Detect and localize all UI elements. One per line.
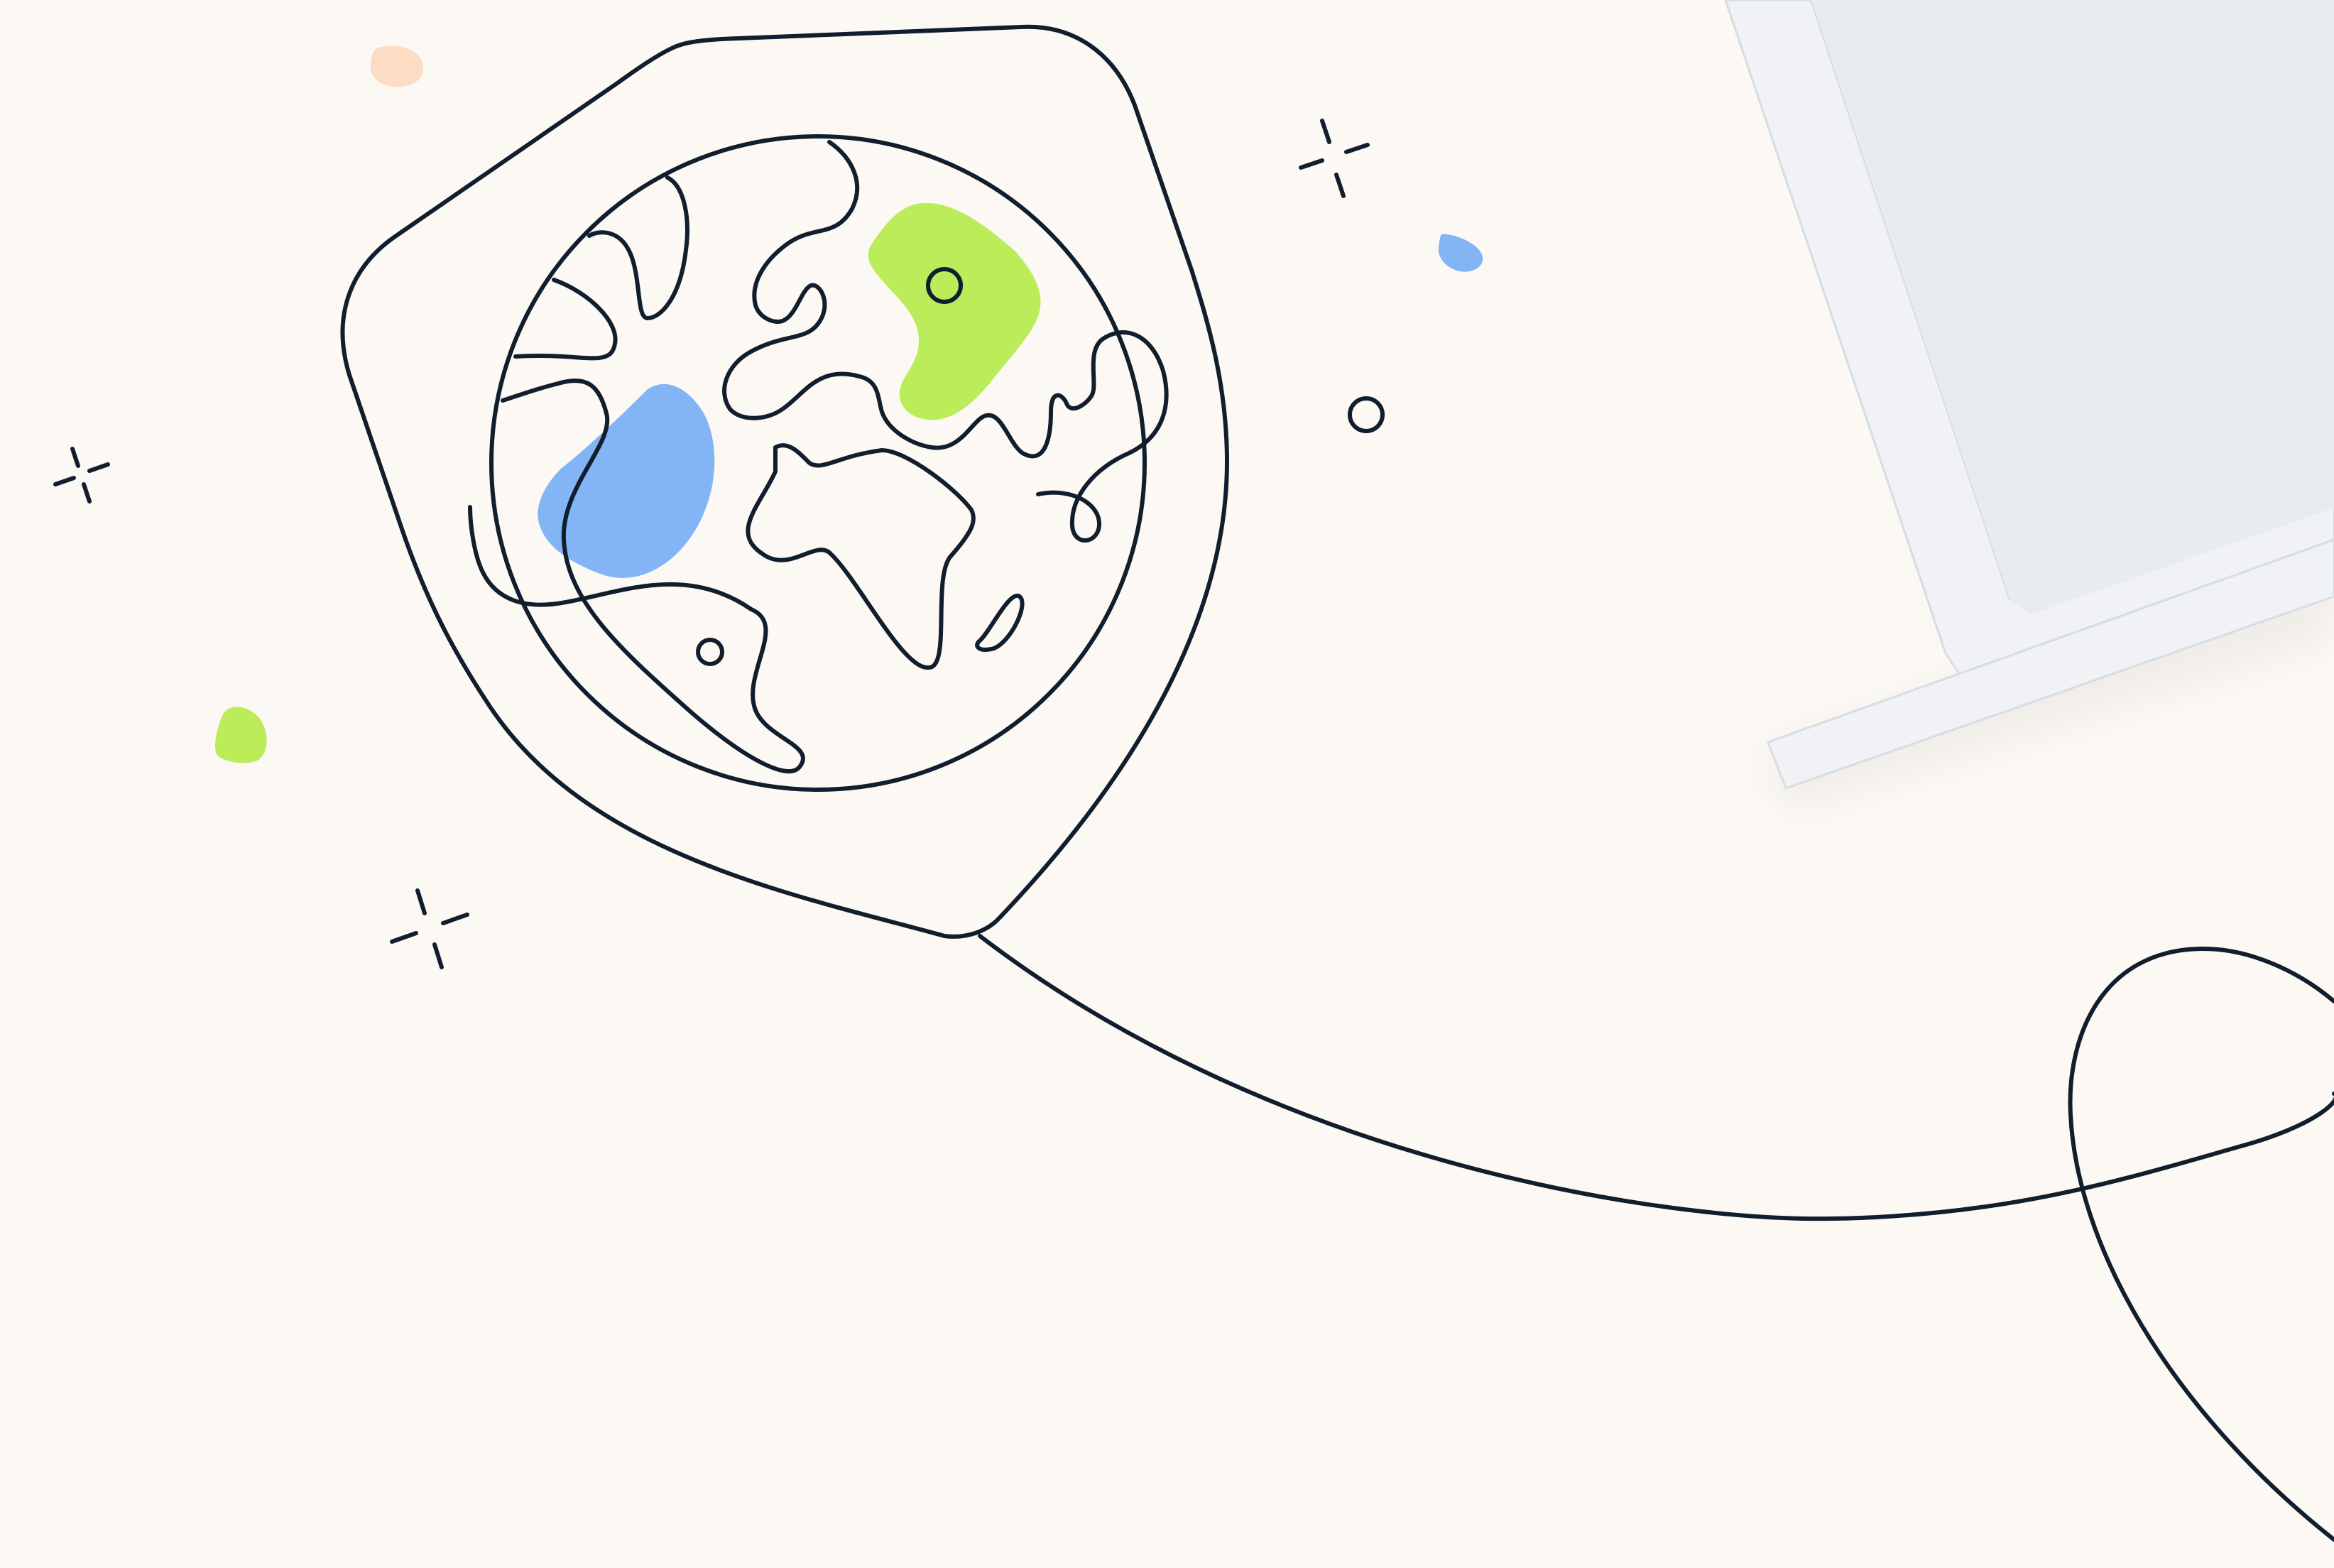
laptop-device <box>1724 0 2334 810</box>
illustration-stage <box>0 0 2334 1568</box>
location-dot-icon <box>696 638 724 666</box>
sparkle-icon <box>53 447 110 503</box>
blue-dot-blob <box>1438 234 1483 272</box>
sparkle-icon <box>390 888 469 969</box>
peach-blob <box>370 45 423 87</box>
globe-icon <box>468 134 1169 792</box>
sparkle-icon <box>1299 119 1370 198</box>
green-blob <box>214 707 267 763</box>
continent-green <box>868 202 1041 420</box>
map-pin-icon <box>340 24 1229 939</box>
location-dot-icon <box>1348 396 1385 433</box>
illustration-canvas <box>53 0 2334 1542</box>
cable-line <box>978 934 2334 1542</box>
